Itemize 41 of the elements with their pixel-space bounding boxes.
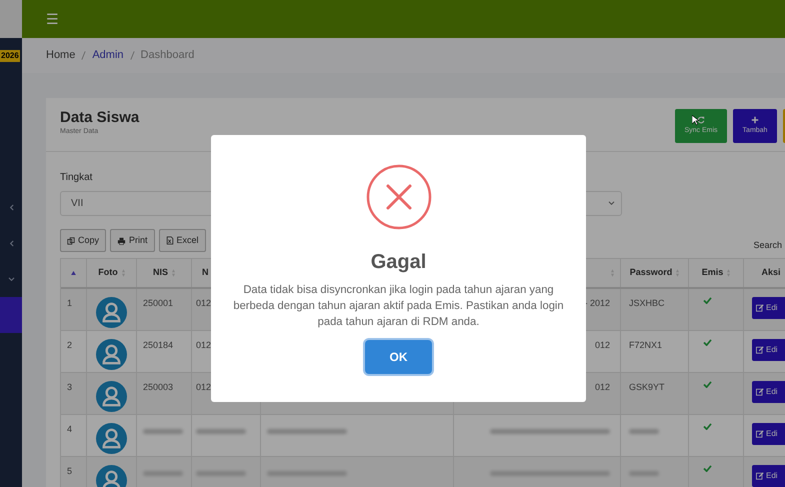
filter-label: Tingkat [60, 171, 94, 185]
table-cell: 5 [67, 466, 72, 476]
dialog-title: Gagal [370, 250, 426, 274]
column-header[interactable]: Emis [689, 259, 744, 287]
table-cell: 012 [196, 298, 212, 308]
column-header[interactable]: Password [621, 259, 689, 287]
search-label: Search [753, 238, 782, 252]
table-cell: 012 [196, 382, 212, 392]
edit-button[interactable]: Edi [752, 297, 785, 319]
table-cell: 3 [67, 382, 72, 392]
breadcrumb-item: Home [46, 48, 76, 64]
edit-button[interactable]: Edi [752, 339, 785, 361]
menu-icon[interactable]: ☰ [46, 8, 59, 30]
breadcrumb-link[interactable]: Admin [92, 47, 124, 64]
table-cell: JSXHBC [629, 298, 665, 308]
edit-button[interactable]: Edi [752, 423, 785, 445]
table-cell: 1 [67, 298, 72, 308]
table-cell: 2 [67, 340, 72, 350]
year-badge: 2026 [0, 50, 20, 62]
card-title: Data Siswa [60, 109, 140, 127]
excel-button[interactable]: Excel [158, 229, 206, 252]
breadcrumb-item: Dashboard [140, 48, 194, 64]
table-cell: 012 [196, 340, 212, 350]
dialog-message: Data tidak bisa disyncronkan jika login pada tahun ajaran yang berbeda dengan tahun ajaran aktif pada Emis. Pastikan anda login pada tahun ajaran di RDM anda. [232, 283, 565, 330]
edit-button[interactable]: Edi [752, 465, 785, 487]
table-cell: 250003 [143, 382, 174, 392]
column-header[interactable]: NIS [137, 259, 192, 287]
ok-button[interactable]: OK [365, 340, 432, 374]
table-cell: 4 [67, 424, 72, 434]
table-cell: F72NX1 [629, 340, 662, 350]
table-cell-text: 012 [594, 381, 610, 394]
edit-button[interactable]: Edi [752, 381, 785, 403]
print-button[interactable]: Print [110, 229, 155, 252]
table-cell-text: 012 [594, 339, 610, 352]
column-header[interactable]: Aksi [744, 259, 785, 287]
table-cell: 250001 [143, 298, 174, 308]
table-cell: 250184 [143, 340, 174, 350]
column-header[interactable]: Foto [87, 259, 137, 287]
table-cell: GSK9YT [629, 382, 665, 392]
copy-button[interactable]: Copy [60, 229, 106, 252]
table-cell-text: - 2012 [584, 297, 610, 310]
